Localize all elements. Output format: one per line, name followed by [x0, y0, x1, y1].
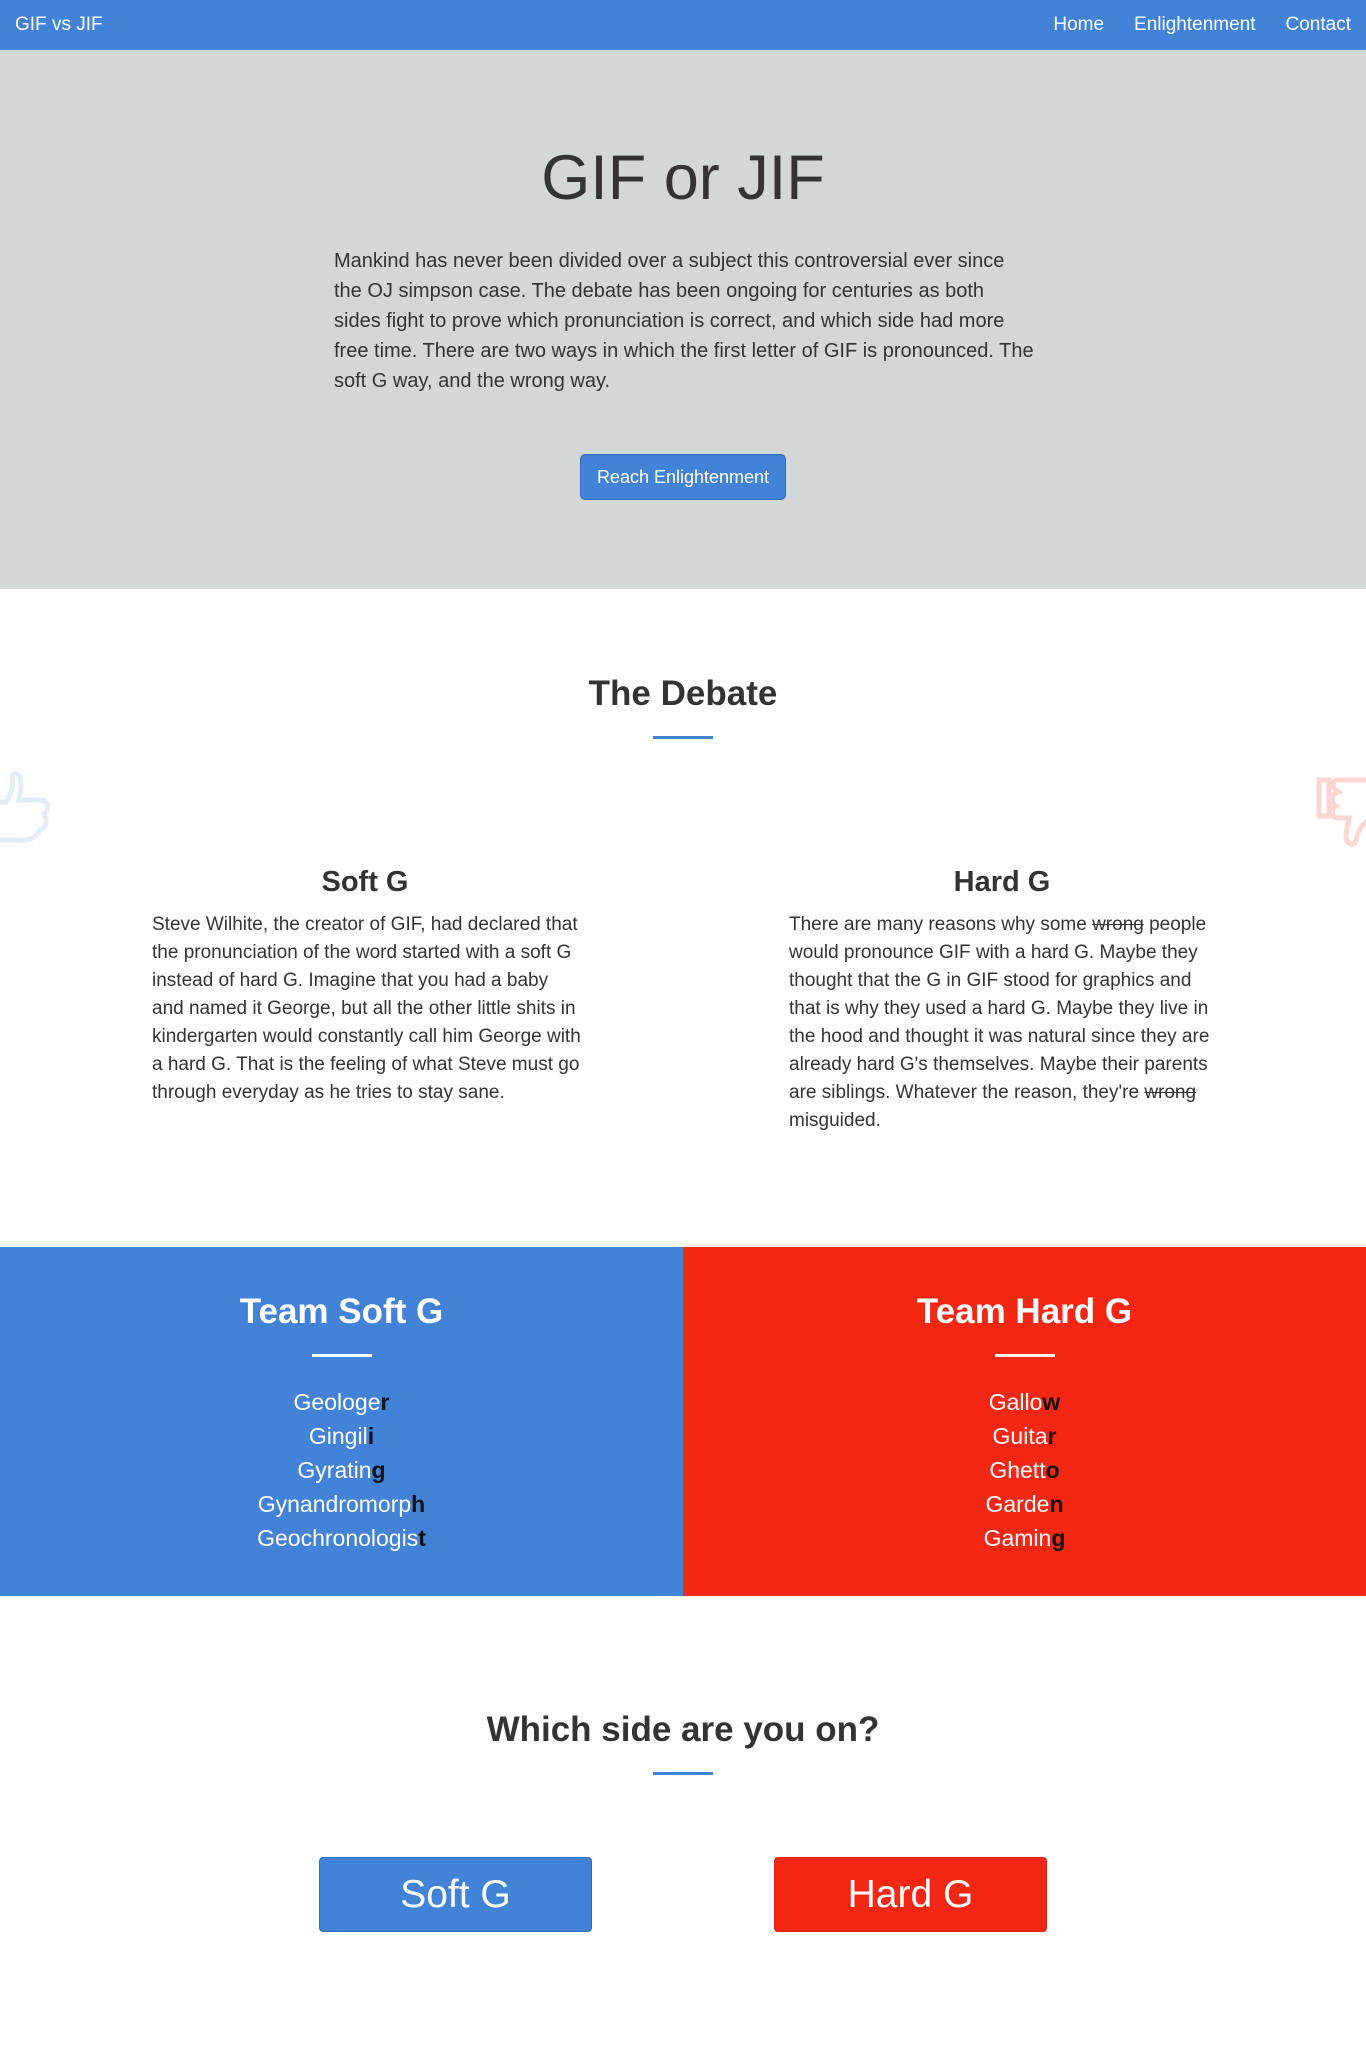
- word-last-letter: i: [367, 1423, 375, 1449]
- hero-section: GIF or JIF Mankind has never been divide…: [0, 50, 1366, 589]
- reach-enlightenment-button[interactable]: Reach Enlightenment: [580, 454, 786, 500]
- word-last-letter: w: [1042, 1389, 1061, 1415]
- hero-text: Mankind has never been divided over a su…: [334, 250, 1034, 392]
- word-last-letter: t: [418, 1525, 426, 1551]
- choose-side-heading: Which side are you on?: [486, 1710, 880, 1749]
- word-last-letter: g: [371, 1457, 386, 1483]
- brand-link[interactable]: GIF vs JIF: [15, 14, 103, 36]
- word-start: Gynandromorp: [257, 1491, 412, 1517]
- word-start: Gingil: [308, 1423, 368, 1449]
- team-hard-g-underline: [995, 1354, 1055, 1357]
- team-soft-g-underline: [312, 1354, 372, 1357]
- word-start: Gyratin: [297, 1457, 372, 1483]
- word-start: Gallo: [988, 1389, 1043, 1415]
- word-last-letter: g: [1051, 1525, 1066, 1551]
- word-last-letter: r: [1047, 1423, 1057, 1449]
- list-item: Gyrating: [0, 1453, 683, 1487]
- list-item: Gynandromorph: [0, 1487, 683, 1521]
- hard-g-text-part-3: misguided.: [789, 1110, 881, 1131]
- nav-link-enlightenment[interactable]: Enlightenment: [1134, 14, 1255, 36]
- list-item: Garden: [683, 1487, 1366, 1521]
- list-item: Gingili: [0, 1419, 683, 1453]
- list-item: Ghetto: [683, 1453, 1366, 1487]
- word-last-letter: o: [1045, 1457, 1060, 1483]
- team-soft-g-word-list: Geologer Gingili Gyrating Gynandromorph …: [0, 1385, 683, 1555]
- team-hard-g-panel: Team Hard G Gallow Guitar Ghetto Garden …: [683, 1247, 1366, 1596]
- word-start: Geochronologis: [257, 1525, 419, 1551]
- thumbs-down-icon: [1316, 777, 1366, 847]
- nav-links: Home Enlightenment Contact: [1023, 0, 1351, 50]
- word-start: Geologe: [293, 1389, 381, 1415]
- debate-heading: The Debate: [588, 674, 778, 713]
- debate-heading-underline: [653, 736, 713, 739]
- choose-side-underline: [653, 1772, 713, 1775]
- soft-g-text: Steve Wilhite, the creator of GIF, had d…: [152, 914, 581, 1103]
- word-last-letter: h: [411, 1491, 426, 1517]
- nav-link-contact[interactable]: Contact: [1286, 14, 1351, 36]
- team-soft-g-title: Team Soft G: [239, 1292, 444, 1331]
- strikethrough-word: wrong: [1144, 1082, 1197, 1103]
- nav-link-home[interactable]: Home: [1053, 14, 1104, 36]
- hard-g-title: Hard G: [953, 866, 1051, 898]
- strikethrough-word: wrong: [1092, 914, 1144, 935]
- team-hard-g-title: Team Hard G: [916, 1292, 1133, 1331]
- hard-g-button[interactable]: Hard G: [774, 1857, 1047, 1932]
- hero-title: GIF or JIF: [541, 143, 825, 213]
- list-item: Geologer: [0, 1385, 683, 1419]
- soft-g-button[interactable]: Soft G: [319, 1857, 592, 1932]
- navbar: GIF vs JIF Home Enlightenment Contact: [0, 0, 1366, 50]
- word-start: Garde: [985, 1491, 1050, 1517]
- word-last-letter: r: [380, 1389, 390, 1415]
- team-hard-g-word-list: Gallow Guitar Ghetto Garden Gaming: [683, 1385, 1366, 1555]
- hard-g-text: There are many reasons why some wrong pe…: [789, 911, 1221, 1135]
- soft-g-title: Soft G: [321, 866, 409, 898]
- word-start: Guita: [992, 1423, 1048, 1449]
- hard-g-text-part-1: There are many reasons why some: [789, 914, 1093, 935]
- word-start: Gamin: [983, 1525, 1052, 1551]
- thumbs-up-icon: [0, 771, 50, 843]
- list-item: Guitar: [683, 1419, 1366, 1453]
- list-item: Gaming: [683, 1521, 1366, 1555]
- list-item: Geochronologist: [0, 1521, 683, 1555]
- word-last-letter: n: [1049, 1491, 1064, 1517]
- hard-g-text-part-2: people would pronounce GIF with a hard G…: [789, 914, 1210, 1103]
- list-item: Gallow: [683, 1385, 1366, 1419]
- team-soft-g-panel: Team Soft G Geologer Gingili Gyrating Gy…: [0, 1247, 683, 1596]
- word-start: Ghett: [989, 1457, 1046, 1483]
